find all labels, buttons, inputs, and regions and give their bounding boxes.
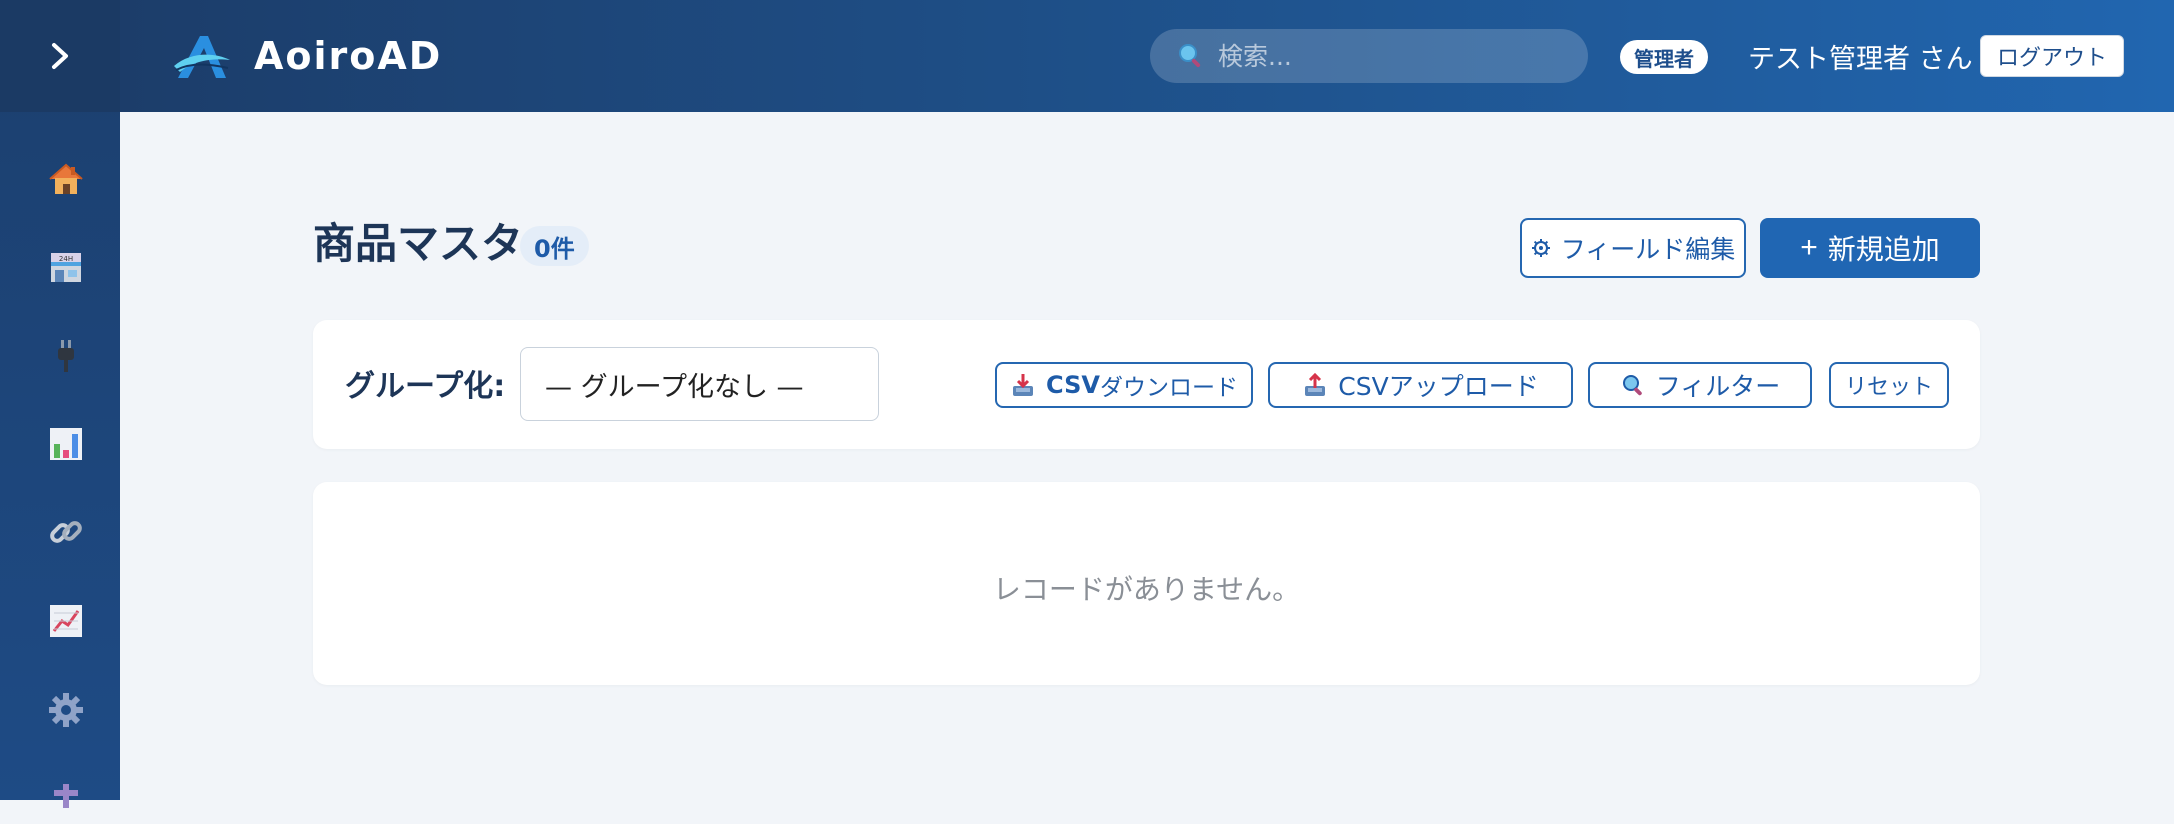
- csv-upload-button[interactable]: CSVアップロード: [1268, 362, 1573, 408]
- brand[interactable]: AoiroAD: [170, 28, 442, 84]
- extra-icon: [54, 784, 78, 808]
- upload-icon: [1302, 372, 1328, 398]
- sidebar-item-extra[interactable]: [40, 772, 92, 824]
- field-edit-button[interactable]: フィールド編集: [1520, 218, 1746, 278]
- csv-download-prefix: CSV: [1046, 371, 1100, 399]
- search-input[interactable]: [1216, 40, 1560, 72]
- record-count-badge: 0件: [520, 226, 589, 266]
- top-header: AoiroAD 管理者 テスト管理者 さん ログアウト: [120, 0, 2174, 112]
- sidebar-item-settings[interactable]: [40, 684, 92, 736]
- download-icon: [1010, 372, 1036, 398]
- logout-button[interactable]: ログアウト: [1980, 35, 2124, 77]
- plus-icon: +: [1800, 231, 1818, 264]
- add-new-button[interactable]: + 新規追加: [1760, 218, 1980, 278]
- page-title: 商品マスタ: [313, 219, 524, 268]
- sidebar: 24H: [0, 0, 120, 808]
- store-icon: 24H: [51, 253, 81, 282]
- search-icon: [1179, 44, 1201, 68]
- gear-small-icon: [1531, 238, 1551, 258]
- sidebar-item-link[interactable]: [40, 506, 92, 558]
- chevron-right-icon: [52, 43, 68, 69]
- user-name: テスト管理者 さん: [1748, 44, 1973, 75]
- sidebar-toggle-button[interactable]: [0, 0, 120, 112]
- filter-button[interactable]: フィルター: [1588, 362, 1812, 408]
- group-by-select[interactable]: — グループ化なし —: [520, 347, 879, 421]
- sidebar-item-store[interactable]: 24H: [40, 241, 92, 293]
- csv-download-button[interactable]: CSV ダウンロード: [995, 362, 1253, 408]
- sidebar-item-trend-chart[interactable]: [40, 595, 92, 647]
- bar-chart-icon: [50, 428, 82, 460]
- gear-icon: [49, 693, 83, 727]
- search-box[interactable]: [1150, 29, 1588, 83]
- csv-download-suffix: ダウンロード: [1099, 375, 1238, 401]
- group-by-label: グループ化:: [345, 369, 506, 404]
- svg-text:24H: 24H: [59, 255, 73, 263]
- link-icon: [50, 521, 82, 543]
- sidebar-item-home[interactable]: [40, 153, 92, 205]
- field-edit-label: フィールド編集: [1560, 235, 1736, 264]
- trend-chart-icon: [50, 605, 82, 637]
- reset-button[interactable]: リセット: [1829, 362, 1949, 408]
- role-badge: 管理者: [1620, 40, 1708, 74]
- sidebar-item-plug[interactable]: [40, 330, 92, 382]
- add-new-label: 新規追加: [1827, 234, 1940, 265]
- magnifier-icon: [1620, 372, 1646, 398]
- app-name: AoiroAD: [254, 34, 443, 78]
- reset-label: リセット: [1844, 375, 1933, 400]
- sidebar-item-bar-chart[interactable]: [40, 418, 92, 470]
- filter-label: フィルター: [1655, 372, 1781, 401]
- group-by-value: — グループ化なし —: [545, 371, 804, 403]
- logo-icon: [174, 36, 230, 78]
- plug-icon: [58, 340, 74, 372]
- empty-state-message: レコードがありません。: [992, 573, 1301, 606]
- csv-upload-label: CSVアップロード: [1338, 372, 1539, 401]
- home-icon: [49, 163, 83, 194]
